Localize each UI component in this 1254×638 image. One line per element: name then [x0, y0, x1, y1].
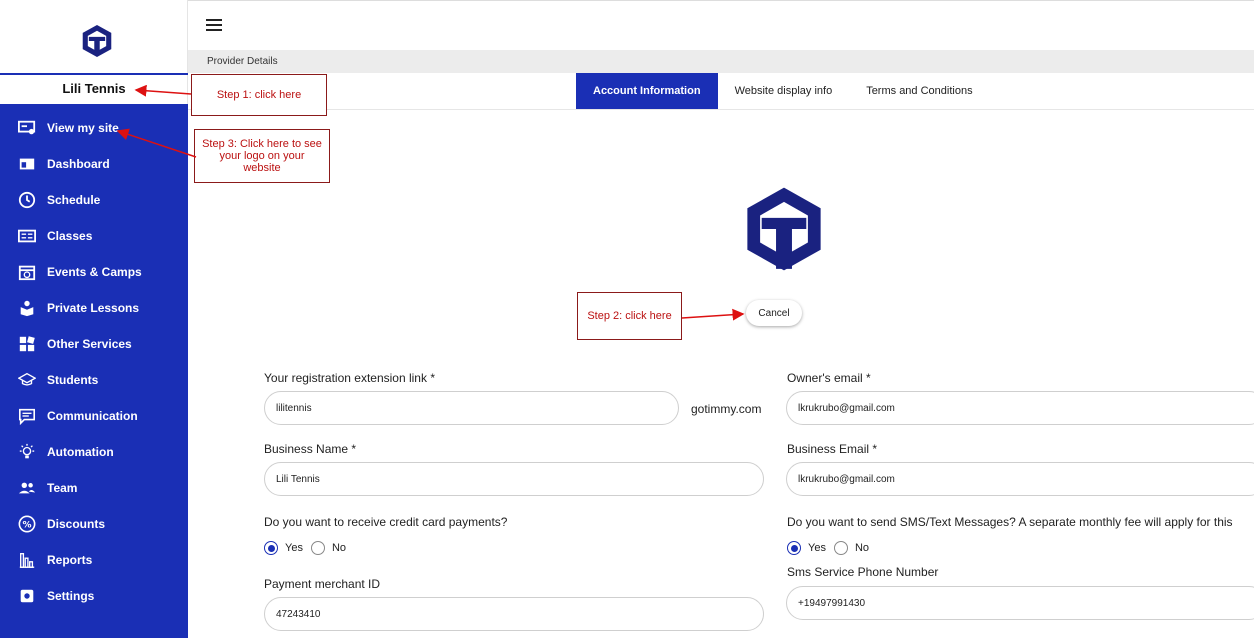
credit-card-yes-radio[interactable]: Yes [264, 541, 303, 555]
private-lessons-icon [17, 298, 37, 318]
sms-question: Do you want to send SMS/Text Messages? A… [787, 515, 1233, 529]
sidebar-item-discounts[interactable]: % Discounts [0, 506, 188, 542]
radio-unchecked-icon [310, 541, 325, 555]
breadcrumb: Provider Details [207, 56, 278, 67]
classes-icon [17, 226, 37, 246]
brand-logo-icon[interactable] [80, 24, 114, 58]
sms-phone-label: Sms Service Phone Number [787, 565, 939, 579]
sidebar-item-label: Settings [47, 589, 95, 603]
settings-icon [17, 586, 37, 606]
radio-label: Yes [808, 542, 826, 554]
radio-label: No [331, 542, 347, 554]
tab-bar: Account Information Website display info… [576, 73, 990, 109]
sidebar-header: Lili Tennis [0, 0, 188, 104]
sidebar-item-view-my-site[interactable]: View my site [0, 110, 188, 146]
sidebar-item-events-camps[interactable]: Events & Camps [0, 254, 188, 290]
sidebar-item-label: Team [47, 481, 78, 495]
owner-email-label: Owner's email * [787, 371, 871, 385]
sidebar-nav: View my site Dashboard Schedule Classes … [0, 110, 188, 614]
provider-name-link[interactable]: Lili Tennis [0, 81, 188, 96]
sidebar-item-settings[interactable]: Settings [0, 578, 188, 614]
credit-card-question: Do you want to receive credit card payme… [264, 515, 508, 529]
sidebar-item-label: Classes [47, 229, 93, 243]
radio-unchecked-icon [833, 541, 848, 555]
sidebar: Lili Tennis View my site Dashboard Sched… [0, 0, 188, 638]
team-icon [17, 478, 37, 498]
radio-label: No [854, 542, 870, 554]
tab-divider [188, 109, 1254, 110]
radio-label: Yes [285, 542, 303, 554]
annotation-step3: Step 3: Click here to see your logo on y… [194, 129, 330, 183]
sidebar-item-team[interactable]: Team [0, 470, 188, 506]
sidebar-item-label: View my site [47, 121, 119, 135]
sidebar-item-label: Discounts [47, 517, 106, 531]
cancel-logo-button[interactable]: Cancel [746, 300, 802, 326]
radio-checked-icon [264, 541, 278, 555]
clock-icon [17, 190, 37, 210]
merchant-id-label: Payment merchant ID [264, 577, 381, 591]
credit-card-radio-group: Yes No [264, 541, 354, 555]
sms-phone-input[interactable]: +19497991430 [786, 586, 1254, 620]
merchant-id-input[interactable]: 47243410 [264, 597, 764, 631]
calendar-icon [17, 262, 37, 282]
registration-link-suffix: gotimmy.com [691, 402, 762, 416]
sidebar-item-label: Other Services [47, 337, 132, 351]
dashboard-icon [17, 154, 37, 174]
hamburger-menu-icon[interactable] [206, 19, 222, 33]
sidebar-item-label: Dashboard [47, 157, 110, 171]
sidebar-item-reports[interactable]: Reports [0, 542, 188, 578]
graduation-cap-icon [17, 370, 37, 390]
tab-account-information[interactable]: Account Information [576, 73, 718, 109]
credit-card-no-radio[interactable]: No [310, 541, 347, 555]
tab-website-display-info[interactable]: Website display info [718, 73, 850, 109]
sidebar-item-other-services[interactable]: Other Services [0, 326, 188, 362]
sidebar-item-label: Automation [47, 445, 114, 459]
lightbulb-icon [17, 442, 37, 462]
business-logo-icon[interactable] [744, 186, 824, 272]
sidebar-item-label: Events & Camps [47, 265, 142, 279]
sidebar-item-label: Reports [47, 553, 93, 567]
chat-icon [17, 406, 37, 426]
sms-radio-group: Yes No [787, 541, 877, 555]
sidebar-item-automation[interactable]: Automation [0, 434, 188, 470]
registration-link-label: Your registration extension link * [264, 371, 435, 385]
sidebar-divider [0, 73, 188, 75]
sidebar-item-label: Private Lessons [47, 301, 140, 315]
breadcrumb-bar: Provider Details [188, 50, 1254, 73]
business-name-label: Business Name * [264, 442, 357, 456]
sidebar-item-students[interactable]: Students [0, 362, 188, 398]
owner-email-input[interactable]: lkrukrubo@gmail.com [786, 391, 1254, 425]
services-grid-icon [17, 334, 37, 354]
annotation-step1: Step 1: click here [191, 74, 327, 116]
tab-terms-and-conditions[interactable]: Terms and Conditions [849, 73, 989, 109]
business-email-input[interactable]: lkrukrubo@gmail.com [786, 462, 1254, 496]
radio-checked-icon [787, 541, 801, 555]
sidebar-item-private-lessons[interactable]: Private Lessons [0, 290, 188, 326]
annotation-step2: Step 2: click here [577, 292, 682, 340]
sidebar-item-label: Students [47, 373, 99, 387]
percent-icon: % [17, 514, 37, 534]
monitor-icon [17, 118, 37, 138]
sidebar-item-dashboard[interactable]: Dashboard [0, 146, 188, 182]
sidebar-item-communication[interactable]: Communication [0, 398, 188, 434]
sidebar-item-schedule[interactable]: Schedule [0, 182, 188, 218]
sms-no-radio[interactable]: No [833, 541, 870, 555]
sms-yes-radio[interactable]: Yes [787, 541, 826, 555]
sidebar-item-label: Communication [47, 409, 138, 423]
registration-link-input[interactable]: lilitennis [264, 391, 679, 425]
sidebar-item-label: Schedule [47, 193, 101, 207]
main-content: Provider Details Account Information Web… [188, 0, 1254, 638]
svg-text:%: % [22, 521, 31, 531]
business-name-input[interactable]: Lili Tennis [264, 462, 764, 496]
business-email-label: Business Email * [787, 442, 878, 456]
sidebar-item-classes[interactable]: Classes [0, 218, 188, 254]
top-bar [188, 0, 1254, 50]
reports-icon [17, 550, 37, 570]
